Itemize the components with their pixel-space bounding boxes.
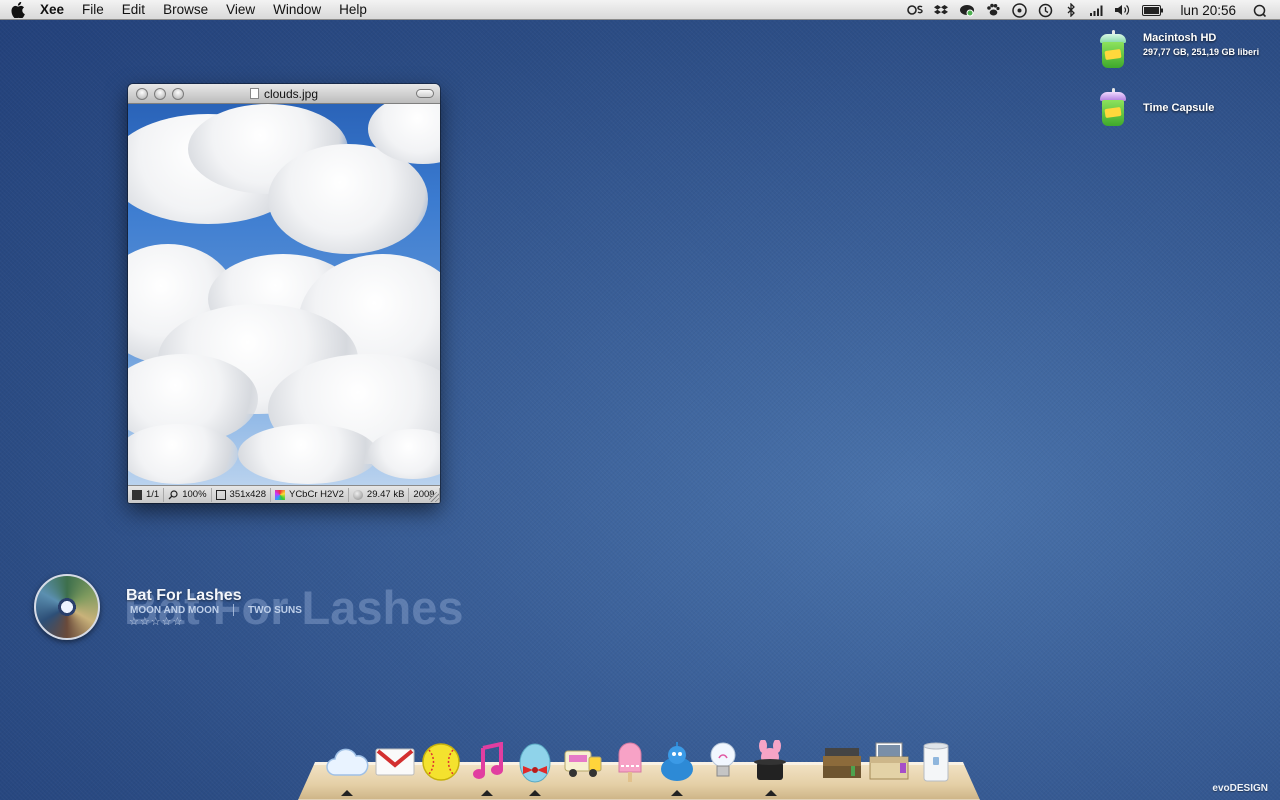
time-machine-icon[interactable] <box>1032 0 1058 20</box>
music-note-icon[interactable] <box>466 740 510 784</box>
drive-macintosh-hd[interactable]: Macintosh HD 297,77 GB, 251,19 GB liberi <box>1096 30 1259 72</box>
slushie-cup-green-icon <box>1096 30 1130 72</box>
disc-utility-icon[interactable] <box>1006 0 1032 20</box>
menu-view[interactable]: View <box>217 0 264 20</box>
status-dimensions: 351x428 <box>212 487 271 502</box>
drive-name: Time Capsule <box>1143 102 1215 114</box>
menu-file[interactable]: File <box>73 0 113 20</box>
drive-name: Macintosh HD <box>1143 32 1217 44</box>
drive-time-capsule[interactable]: Time Capsule <box>1096 88 1214 130</box>
image-view[interactable] <box>128 104 440 485</box>
page-icon <box>132 489 142 500</box>
dock-running-indicator <box>529 790 541 796</box>
magic-hat-icon[interactable] <box>749 740 793 784</box>
photo-box-icon[interactable] <box>867 740 911 784</box>
menu-app-name[interactable]: Xee <box>36 0 73 20</box>
menu-clock[interactable]: lun 20:56 <box>1170 3 1246 18</box>
cloud-icon[interactable] <box>325 740 369 784</box>
drive-info: 297,77 GB, 251,19 GB liberi <box>1143 47 1260 57</box>
battery-icon[interactable] <box>1136 0 1170 20</box>
slushie-cup-purple-icon <box>1096 88 1130 130</box>
menu-extras: lun 20:56 <box>902 0 1272 20</box>
paw-icon[interactable] <box>980 0 1006 20</box>
menu-window[interactable]: Window <box>264 0 330 20</box>
spotlight-icon[interactable] <box>1246 0 1272 20</box>
separator <box>233 604 234 616</box>
status-filesize: 29.47 kB <box>349 487 410 502</box>
status-zoom: 100% <box>164 487 212 502</box>
signal-strength-icon[interactable] <box>1084 0 1110 20</box>
album-art-disc[interactable] <box>34 574 100 640</box>
dock-running-indicator <box>481 790 493 796</box>
watermark-logo: evoDESIGN <box>1212 783 1268 794</box>
status-colorspace: YCbCr H2V2 <box>271 487 349 502</box>
softball-icon[interactable] <box>419 740 463 784</box>
gmail-icon[interactable] <box>373 740 417 784</box>
rating-stars[interactable]: ☆☆☆☆☆ <box>129 615 183 628</box>
trash-can-icon[interactable] <box>914 740 958 784</box>
apple-menu-icon[interactable] <box>0 1 36 18</box>
window-titlebar[interactable]: clouds.jpg <box>128 84 440 104</box>
toolbar-toggle-button[interactable] <box>416 89 434 98</box>
color-swatch-icon <box>274 489 285 500</box>
disk-icon <box>352 489 363 500</box>
frame-icon <box>215 489 226 500</box>
chat-bubble-icon[interactable] <box>954 0 980 20</box>
status-page: 1/1 <box>128 487 165 502</box>
xee-image-window[interactable]: clouds.jpg 1/1 100% 351x428 YCbCr H2V2 2… <box>128 84 440 503</box>
window-title: clouds.jpg <box>128 87 440 101</box>
dropbox-icon[interactable] <box>928 0 954 20</box>
dock-running-indicator <box>765 790 777 796</box>
menu-help[interactable]: Help <box>330 0 376 20</box>
document-icon <box>249 88 259 99</box>
menu-edit[interactable]: Edit <box>113 0 154 20</box>
dock-running-indicator <box>671 790 683 796</box>
now-playing-track: TWO SUNS <box>248 605 302 616</box>
bluetooth-icon[interactable] <box>1058 0 1084 20</box>
now-playing-artist: Bat For Lashes <box>126 587 242 604</box>
magnifier-icon <box>168 489 178 500</box>
now-playing-widget: Bat For Lashes Bat For Lashes MOON AND M… <box>34 574 514 644</box>
volume-icon[interactable] <box>1110 0 1136 20</box>
menu-bar: Xee File Edit Browse View Window Help lu… <box>0 0 1280 20</box>
truck-icon[interactable] <box>560 740 604 784</box>
blue-creature-icon[interactable] <box>655 740 699 784</box>
window-statusbar: 1/1 100% 351x428 YCbCr H2V2 29.47 kB 200… <box>128 485 440 503</box>
popsicle-icon[interactable] <box>608 740 652 784</box>
lightbulb-icon[interactable] <box>701 740 745 784</box>
dock <box>298 740 980 800</box>
resize-grip[interactable] <box>429 492 439 502</box>
book-stack-icon[interactable] <box>820 740 864 784</box>
egg-bowtie-icon[interactable] <box>513 740 557 784</box>
dock-running-indicator <box>341 790 353 796</box>
cs-icon[interactable] <box>902 0 928 20</box>
menu-browse[interactable]: Browse <box>154 0 217 20</box>
